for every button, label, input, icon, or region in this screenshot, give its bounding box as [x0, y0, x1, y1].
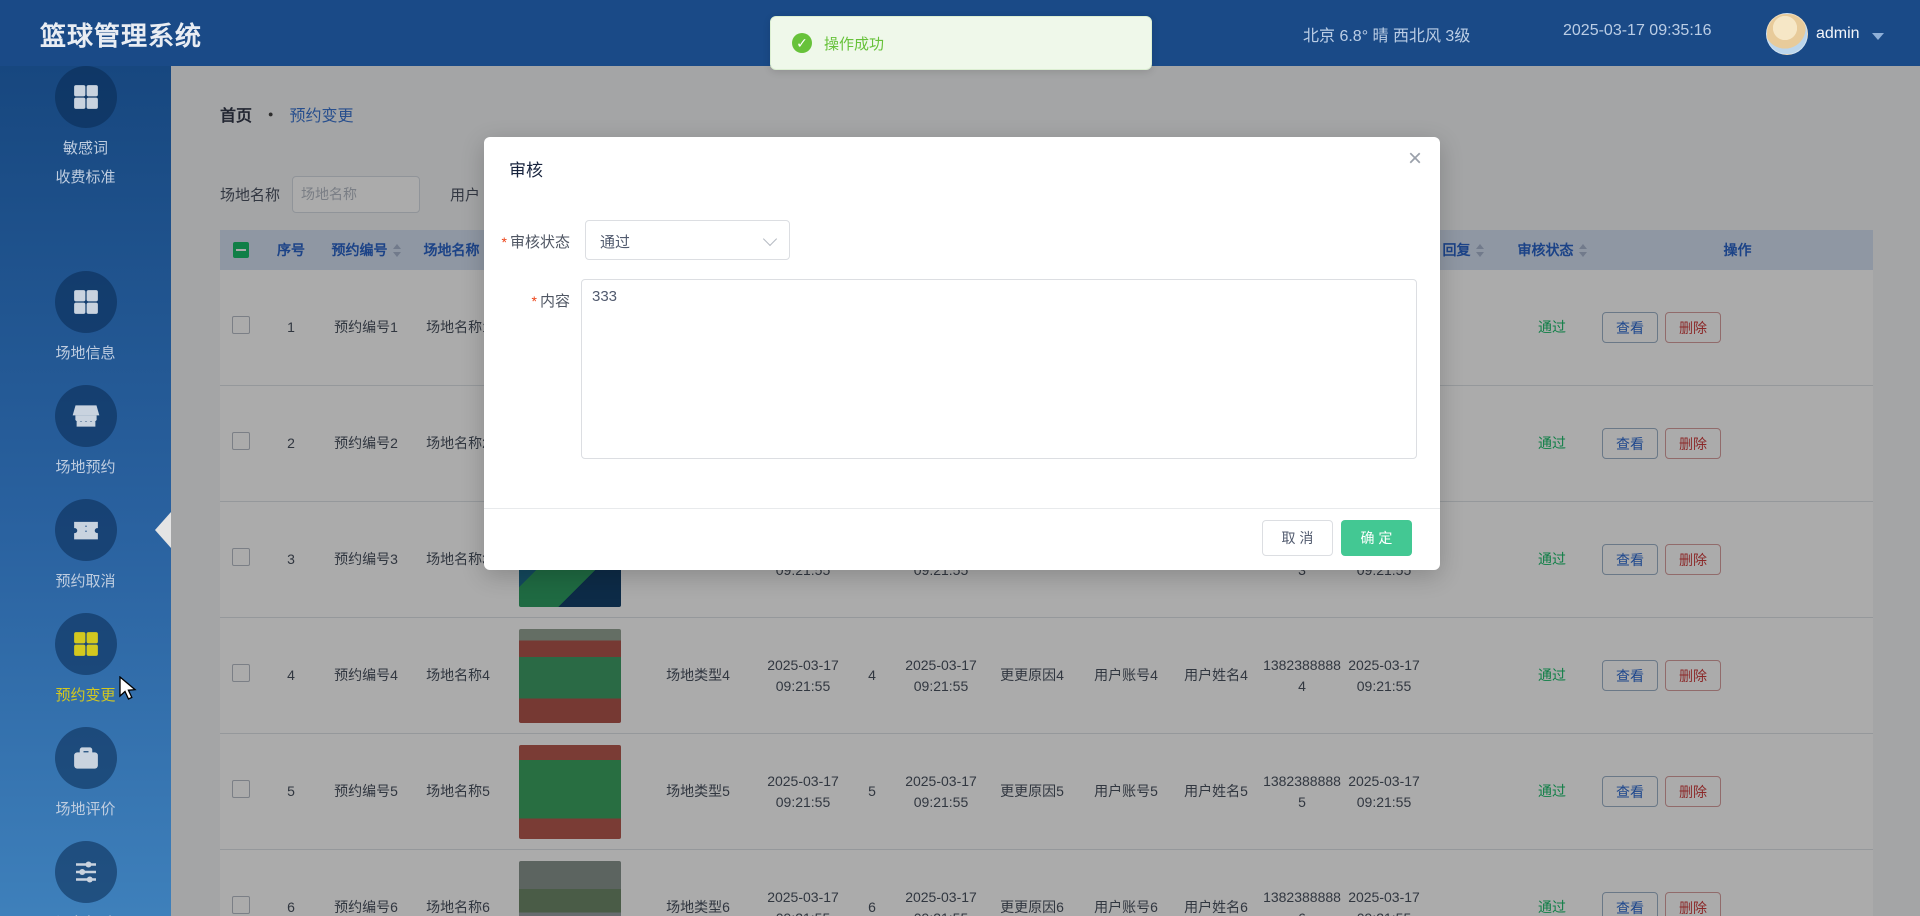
grid-icon	[55, 66, 117, 128]
audit-modal: 审核 *审核状态 通过 *内容 333 取 消 确 定	[484, 137, 1440, 570]
sidebar-item-label: 场地评价	[0, 798, 171, 819]
current-datetime: 2025-03-17 09:35:16	[1563, 22, 1712, 40]
ticket-icon	[55, 499, 117, 561]
briefcase-icon	[55, 727, 117, 789]
sidebar-menu: 收费标准 场地信息 场地预约 预约取消 预约变更 场地评价 设备报障 敏感词	[0, 66, 171, 916]
sliders-icon	[55, 841, 117, 903]
content-label: 内容	[540, 293, 570, 310]
sidebar-item-6[interactable]: 场地评价	[0, 727, 171, 819]
sidebar-item-7[interactable]: 设备报障	[0, 841, 171, 916]
shop-icon	[55, 385, 117, 447]
sidebar-item-2[interactable]: 场地信息	[0, 271, 171, 363]
sidebar-item-1[interactable]: 收费标准	[0, 157, 171, 187]
sidebar-item-label: 收费标准	[0, 166, 171, 187]
toast-message: 操作成功	[824, 33, 884, 54]
modal-footer-divider	[484, 508, 1440, 509]
sidebar-item-8[interactable]: 敏感词	[0, 66, 171, 158]
chevron-down-icon	[763, 232, 777, 246]
weather-info: 北京 6.8° 晴 西北风 3级	[1303, 22, 1470, 46]
required-mark: *	[502, 234, 507, 250]
sidebar-item-label: 预约取消	[0, 570, 171, 591]
avatar[interactable]	[1766, 13, 1808, 55]
sidebar-item-label: 预约变更	[0, 684, 171, 705]
modal-title: 审核	[509, 156, 543, 181]
sidebar-item-label: 场地信息	[0, 342, 171, 363]
required-mark: *	[532, 293, 537, 309]
audit-status-value: 通过	[600, 231, 630, 252]
success-toast: 操作成功	[770, 16, 1152, 70]
success-check-icon	[792, 33, 812, 53]
sidebar-item-4[interactable]: 预约取消	[0, 499, 171, 591]
audit-status-select[interactable]: 通过	[585, 220, 790, 260]
grid-icon	[55, 613, 117, 675]
sidebar-item-label: 敏感词	[0, 137, 171, 158]
sidebar-item-5[interactable]: 预约变更	[0, 613, 171, 705]
sidebar-item-label: 场地预约	[0, 456, 171, 477]
sidebar-item-label: 设备报障	[0, 912, 171, 916]
close-icon[interactable]	[1408, 147, 1422, 171]
cancel-button[interactable]: 取 消	[1262, 520, 1333, 556]
chevron-down-icon[interactable]	[1872, 33, 1884, 40]
app-title: 篮球管理系统	[40, 16, 202, 53]
confirm-button[interactable]: 确 定	[1341, 520, 1412, 556]
audit-status-label: 审核状态	[510, 234, 570, 251]
grid-icon	[55, 271, 117, 333]
sidebar-item-3[interactable]: 场地预约	[0, 385, 171, 477]
content-textarea[interactable]: 333	[581, 279, 1417, 459]
username[interactable]: admin	[1816, 25, 1860, 43]
